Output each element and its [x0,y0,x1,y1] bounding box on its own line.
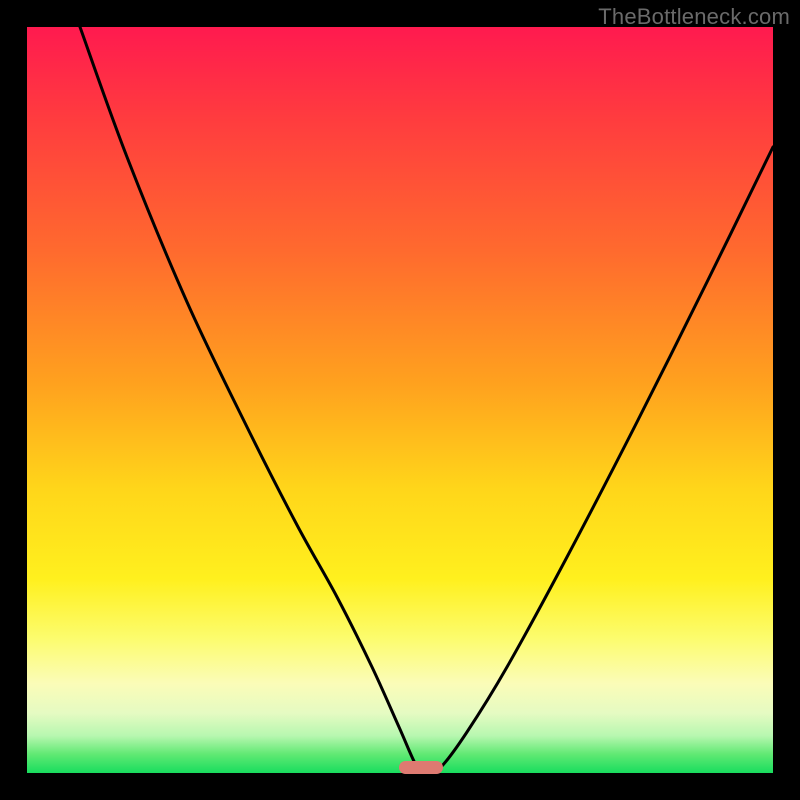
plot-area [27,27,773,773]
optimal-range-marker [399,761,443,774]
chart-frame: TheBottleneck.com [0,0,800,800]
bottleneck-curve [27,27,773,773]
watermark-text: TheBottleneck.com [598,4,790,30]
